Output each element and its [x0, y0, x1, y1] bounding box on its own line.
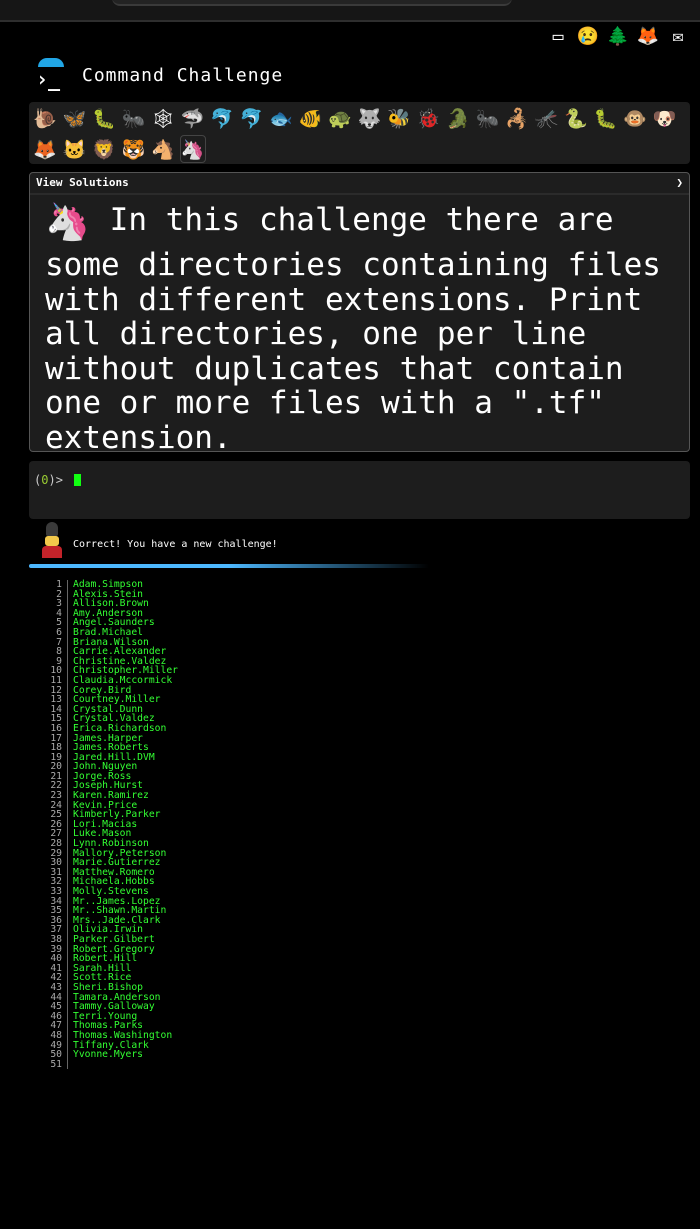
- level-icon[interactable]: 🐺: [358, 105, 382, 131]
- mail-icon[interactable]: ✉: [666, 24, 690, 48]
- level-icon[interactable]: 🐛: [594, 105, 618, 131]
- tree-icon[interactable]: 🌲: [606, 24, 630, 48]
- level-row-1: 🐌 🦋 🐛 🐜 🕸 🦈 🐬 🐬 🐟 🐠 🐢 🐺 🐝 🐞 🐊 🐜 🦂 🦟 🐍 🐛 🐵 🐶: [33, 105, 677, 131]
- challenge-panel: View Solutions ❯ 🦄 In this challenge the…: [29, 172, 690, 455]
- level-row-2: 🦊 🐱 🦁 🐯 🐴 🦄: [33, 135, 206, 163]
- level-icon[interactable]: 🐞: [417, 105, 441, 131]
- level-icon[interactable]: 🐍: [564, 105, 588, 131]
- level-icon[interactable]: 🦂: [505, 105, 529, 131]
- challenge-level-bar: 🐌 🦋 🐛 🐜 🕸 🦈 🐬 🐬 🐟 🐠 🐢 🐺 🐝 🐞 🐊 🐜 🦂 🦟 🐍 🐛 🐵 🐶 🦊 🐱 🦁 🐯 🐴 🦄: [29, 102, 690, 164]
- gitlab-icon[interactable]: 🦊: [636, 24, 660, 48]
- level-icon[interactable]: 🐟: [269, 105, 293, 131]
- command-output: 1 Adam.Simpson 2 Alexis.Stein 3 Allison.Brown…: [40, 580, 178, 1070]
- brand[interactable]: ›_ Command Challenge: [34, 58, 283, 92]
- level-icon[interactable]: 🐬: [240, 105, 264, 131]
- view-solutions-link[interactable]: View Solutions: [36, 176, 129, 189]
- level-icon[interactable]: 🦟: [535, 105, 559, 131]
- challenge-text: In this challenge there are some directo…: [45, 202, 661, 456]
- level-icon[interactable]: 🐠: [299, 105, 323, 131]
- top-search-bar[interactable]: [112, 0, 512, 6]
- top-bar: [0, 0, 700, 22]
- level-icon[interactable]: 🐢: [328, 105, 352, 131]
- level-icon[interactable]: 🐴: [151, 136, 175, 162]
- chevron-right-icon[interactable]: ❯: [676, 176, 683, 189]
- level-icon[interactable]: 🦁: [92, 136, 116, 162]
- level-icon[interactable]: 🐛: [92, 105, 116, 131]
- level-icon[interactable]: 🐱: [63, 136, 87, 162]
- nav-icons: ▭ 😢 🌲 🦊 ✉: [546, 22, 690, 50]
- terminal-input[interactable]: (0)>: [29, 461, 690, 519]
- page-title: Command Challenge: [82, 64, 284, 86]
- line-number: 1: [40, 580, 68, 590]
- line-number: 8: [40, 647, 68, 657]
- line-number: 2: [40, 589, 68, 600]
- level-icon[interactable]: 🕸: [151, 105, 175, 131]
- level-icon[interactable]: 🐶: [653, 105, 677, 131]
- line-number: 51: [40, 1060, 68, 1070]
- line-number: 7: [40, 637, 68, 648]
- line-number: 5: [40, 618, 68, 628]
- level-icon[interactable]: 🦄: [179, 135, 206, 163]
- guard-avatar-icon: [39, 522, 65, 558]
- level-icon[interactable]: 🐯: [122, 136, 146, 162]
- status-message: Correct! You have a new challenge!: [39, 522, 278, 558]
- status-text: Correct! You have a new challenge!: [73, 539, 278, 550]
- crying-face-icon[interactable]: 😢: [576, 24, 600, 48]
- level-icon[interactable]: 🐌: [33, 105, 57, 131]
- unicorn-icon: 🦄: [45, 202, 90, 243]
- divider: [29, 564, 429, 568]
- terminal-prompt: (0)>: [34, 473, 82, 487]
- level-icon[interactable]: 🐜: [476, 105, 500, 131]
- line-number: 4: [40, 609, 68, 619]
- level-icon[interactable]: 🦋: [63, 105, 87, 131]
- line-number: 6: [40, 628, 68, 638]
- output-line: 51: [40, 1060, 178, 1070]
- terminal-cursor: [74, 474, 82, 486]
- level-icon[interactable]: 🦈: [181, 105, 205, 131]
- challenge-description: 🦄 In this challenge there are some direc…: [45, 203, 675, 455]
- level-icon[interactable]: 🐵: [623, 105, 647, 131]
- cmdchallenge-logo-icon: ›_: [34, 58, 68, 92]
- level-icon[interactable]: 🐜: [122, 105, 146, 131]
- level-icon[interactable]: 🐬: [210, 105, 234, 131]
- challenge-header: View Solutions ❯: [30, 173, 689, 195]
- cmdchallenge-icon[interactable]: ▭: [546, 24, 570, 48]
- line-number: 3: [40, 599, 68, 609]
- output-text: Yvonne.Myers: [73, 1049, 143, 1061]
- level-icon[interactable]: 🦊: [33, 136, 57, 162]
- level-icon[interactable]: 🐊: [446, 105, 470, 131]
- level-icon[interactable]: 🐝: [387, 105, 411, 131]
